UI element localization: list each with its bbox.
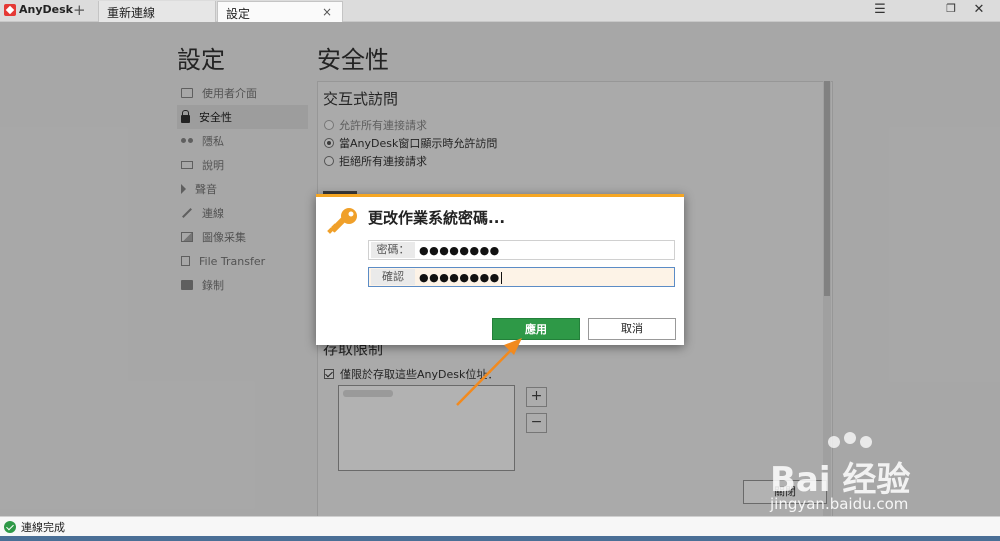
cancel-button[interactable]: 取消 [588, 318, 676, 340]
confirm-value-wrap: ●●●●●●●● [419, 271, 502, 284]
watermark-suffix: 经验 [842, 460, 911, 500]
app-brand: AnyDesk [4, 3, 73, 16]
tab-settings[interactable]: 設定 × [217, 1, 343, 22]
status-text: 連線完成 [21, 520, 65, 534]
watermark-brand-text: Bai [770, 460, 831, 500]
paw-icon [828, 436, 840, 448]
new-tab-button[interactable]: + [73, 1, 86, 19]
tab-reconnect[interactable]: 重新連線 [98, 1, 216, 22]
password-value: ●●●●●●●● [419, 243, 500, 257]
restore-icon[interactable]: ❐ [936, 2, 966, 15]
close-window-icon[interactable]: ✕ [964, 2, 994, 17]
password-field[interactable]: 密碼： ●●●●●●●● [368, 240, 675, 260]
watermark-brand: Bai 经验 [770, 452, 910, 501]
change-password-dialog: 更改作業系統密碼... 密碼： ●●●●●●●● 確認 ●●●●●●●● 應用 … [316, 194, 684, 345]
tab-label: 重新連線 [107, 6, 156, 20]
text-caret [500, 271, 502, 284]
confirm-password-field[interactable]: 確認 ●●●●●●●● [368, 267, 675, 287]
paw-icon [860, 436, 872, 448]
apply-button[interactable]: 應用 [492, 318, 580, 340]
os-taskbar [0, 536, 1000, 541]
tab-close-icon[interactable]: × [322, 5, 332, 19]
key-icon [327, 208, 357, 234]
watermark-url: jingyan.baidu.com [770, 495, 909, 513]
dialog-title: 更改作業系統密碼... [368, 209, 506, 227]
anydesk-logo-icon [4, 3, 16, 16]
password-label: 密碼： [371, 242, 415, 258]
tab-label: 設定 [226, 7, 251, 21]
app-name: AnyDesk [19, 3, 73, 16]
menu-icon[interactable]: ☰ [865, 2, 895, 17]
title-bar: AnyDesk + 重新連線 設定 × ☰ ❐ ✕ [0, 0, 1000, 22]
check-circle-icon [4, 520, 16, 533]
confirm-value: ●●●●●●●● [419, 270, 500, 284]
paw-icon [844, 432, 856, 444]
confirm-label: 確認 [371, 269, 415, 285]
